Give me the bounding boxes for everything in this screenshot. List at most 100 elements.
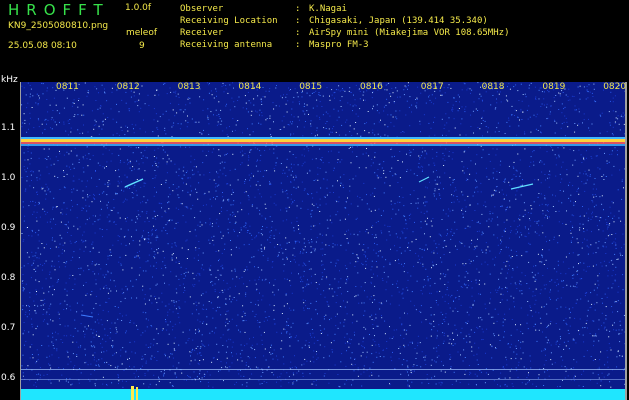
noise-speck (403, 205, 405, 207)
noise-speck (248, 199, 250, 201)
noise-speck (110, 108, 112, 110)
noise-speck (290, 336, 292, 338)
noise-speck (389, 226, 391, 227)
noise-speck (33, 268, 35, 270)
noise-speck (280, 95, 282, 97)
noise-speck (243, 320, 245, 322)
noise-speck (343, 325, 345, 327)
noise-speck (347, 241, 349, 243)
noise-speck (325, 123, 327, 124)
noise-speck (240, 375, 242, 377)
noise-speck (477, 364, 479, 365)
noise-speck (345, 121, 347, 123)
noise-speck (372, 324, 374, 325)
datetime-label: 25.05.08 08:10 (8, 41, 77, 51)
noise-speck (436, 356, 438, 358)
noise-speck (308, 113, 309, 115)
noise-speck (228, 198, 230, 200)
noise-speck (574, 109, 576, 111)
noise-speck (527, 374, 529, 376)
noise-speck (549, 280, 551, 282)
noise-speck (107, 335, 109, 336)
noise-speck (582, 122, 583, 124)
noise-speck (225, 84, 227, 86)
noise-speck (326, 121, 328, 122)
noise-speck (52, 208, 53, 210)
noise-speck (509, 206, 511, 208)
noise-speck (259, 383, 261, 385)
noise-speck (613, 241, 615, 243)
noise-speck (358, 302, 360, 304)
noise-speck (395, 87, 397, 89)
noise-speck (26, 252, 28, 254)
noise-speck (522, 333, 524, 335)
noise-speck (82, 190, 84, 192)
noise-speck (46, 374, 48, 375)
noise-speck (329, 284, 331, 286)
noise-speck (510, 230, 512, 232)
noise-speck (229, 221, 231, 223)
noise-speck (571, 225, 573, 227)
noise-speck (325, 111, 327, 113)
noise-speck (473, 260, 474, 262)
noise-speck (528, 84, 530, 86)
noise-speck (28, 256, 30, 258)
noise-speck (219, 155, 221, 157)
noise-speck (213, 244, 215, 246)
noise-speck (415, 358, 417, 359)
noise-speck (354, 334, 355, 336)
noise-speck (464, 108, 466, 110)
noise-speck (309, 373, 311, 375)
noise-speck (499, 340, 501, 341)
noise-speck (443, 188, 444, 190)
noise-speck (612, 101, 614, 103)
noise-speck (26, 180, 28, 182)
noise-speck (199, 360, 201, 361)
noise-speck (542, 232, 544, 234)
noise-speck (412, 149, 414, 151)
noise-speck (495, 186, 497, 188)
noise-speck (209, 224, 211, 226)
noise-speck (536, 113, 538, 115)
noise-speck (183, 174, 185, 176)
noise-speck (379, 356, 381, 357)
noise-speck (150, 295, 152, 297)
noise-speck (269, 236, 271, 238)
noise-speck (374, 209, 376, 211)
noise-speck (469, 341, 471, 343)
noise-speck (617, 350, 619, 352)
noise-speck (130, 146, 132, 148)
noise-speck (37, 305, 39, 307)
noise-speck (349, 185, 351, 187)
noise-speck (539, 161, 541, 163)
noise-speck (116, 290, 117, 292)
noise-speck (345, 365, 347, 367)
noise-speck (586, 229, 588, 231)
noise-speck (610, 349, 612, 351)
noise-speck (35, 252, 37, 254)
count-label: 9 (139, 41, 145, 51)
noise-speck (338, 201, 340, 203)
noise-speck (197, 362, 199, 364)
noise-speck (601, 195, 603, 197)
noise-speck (144, 303, 146, 305)
noise-speck (260, 99, 262, 101)
noise-speck (157, 236, 159, 238)
noise-speck (422, 265, 424, 267)
noise-speck (609, 122, 611, 124)
noise-speck (470, 329, 472, 331)
noise-speck (439, 278, 441, 280)
noise-speck (164, 127, 166, 129)
noise-speck (221, 367, 223, 369)
noise-speck (46, 158, 48, 160)
noise-speck (433, 347, 435, 349)
noise-speck (549, 291, 551, 293)
noise-speck (384, 134, 386, 136)
noise-speck (293, 96, 295, 98)
noise-speck (99, 335, 100, 337)
noise-speck (623, 370, 625, 372)
noise-speck (507, 291, 508, 293)
noise-speck (140, 368, 142, 369)
noise-speck (51, 227, 53, 229)
noise-speck (476, 279, 477, 281)
